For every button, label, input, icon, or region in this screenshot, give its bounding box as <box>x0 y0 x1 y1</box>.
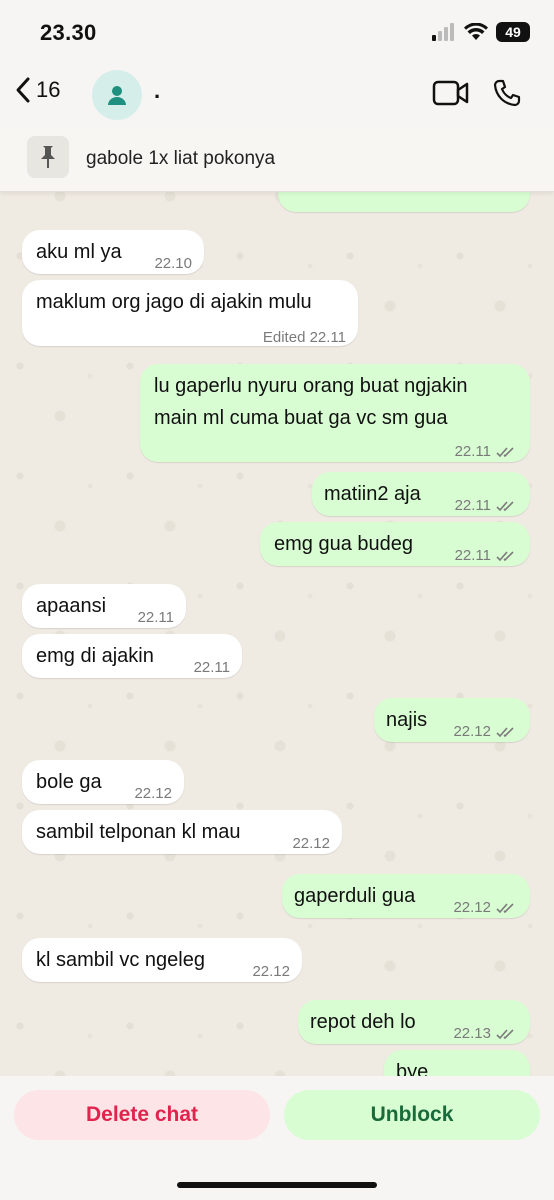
message-bubble[interactable]: sambil telponan kl mau 22.12 <box>22 810 342 854</box>
message-bubble[interactable]: kl sambil vc ngeleg 22.12 <box>22 938 302 982</box>
read-ticks-icon <box>496 903 514 914</box>
read-ticks-icon <box>496 727 514 738</box>
wifi-icon <box>464 23 488 40</box>
avatar[interactable] <box>92 70 142 120</box>
status-icons: 49 <box>432 22 530 42</box>
contact-name[interactable]: . <box>154 78 160 104</box>
message-text: emg gua budeg <box>274 533 414 555</box>
message-bubble[interactable]: maklum org jago di ajakin mulu Edited 22… <box>22 280 358 346</box>
back-button[interactable]: 16 <box>14 76 60 104</box>
message-time: 22.10 <box>154 255 192 272</box>
message-text: aku ml ya <box>36 241 122 263</box>
message-bubble[interactable]: lu gaperlu nyuru orang buat ngjakin main… <box>140 364 530 462</box>
phone-icon <box>493 79 521 107</box>
read-ticks-icon <box>496 501 514 512</box>
video-camera-icon <box>432 80 469 106</box>
message-text: najis <box>386 709 428 731</box>
message-bubble[interactable]: aku ml ya 22.10 <box>22 230 204 274</box>
signal-icon <box>432 23 454 41</box>
message-time: 22.13 <box>453 1025 491 1042</box>
message-time: 22.11 <box>454 497 491 514</box>
battery-indicator: 49 <box>496 22 530 42</box>
delete-chat-button[interactable]: Delete chat <box>14 1090 270 1140</box>
message-meta: 22.13 <box>453 1018 516 1050</box>
video-call-button[interactable] <box>432 80 470 111</box>
pin-icon <box>27 136 69 178</box>
message-time: 22.11 <box>454 547 491 564</box>
message-time: 22.12 <box>252 963 290 980</box>
message-bubble[interactable]: repot deh lo 22.13 <box>298 1000 530 1044</box>
message-bubble[interactable]: matiin2 aja 22.11 <box>312 472 530 516</box>
message-bubble[interactable]: najis 22.12 <box>374 698 530 742</box>
message-text: repot deh lo <box>310 1011 416 1033</box>
chevron-left-icon <box>16 77 30 103</box>
message-text: gaperduli gua <box>294 885 416 907</box>
voice-call-button[interactable] <box>492 78 522 113</box>
message-text: bole ga <box>36 771 102 793</box>
read-ticks-icon <box>496 1029 514 1040</box>
back-count: 16 <box>36 77 61 102</box>
message-time: 22.12 <box>453 723 491 740</box>
message-text: sambil telponan kl mau <box>36 821 241 843</box>
message-time: Edited 22.11 <box>262 329 346 346</box>
chat-header: 16 . <box>0 62 554 126</box>
message-text: maklum org jago di ajakin mulu <box>36 291 312 313</box>
pinned-message-text: gabole 1x liat pokonya <box>86 148 276 169</box>
message-bubble[interactable]: apaansi 22.11 <box>22 584 186 628</box>
unblock-button[interactable]: Unblock <box>284 1090 540 1140</box>
message-time: 22.11 <box>454 443 491 460</box>
message-bubble[interactable]: emg di ajakin 22.11 <box>22 634 242 678</box>
message-text: apaansi <box>36 595 107 617</box>
status-time: 23.30 <box>40 20 97 45</box>
message-bubble[interactable]: emg gua budeg 22.11 <box>260 522 530 566</box>
message-time: 22.12 <box>292 835 330 852</box>
message-meta: 22.12 <box>453 892 516 924</box>
home-indicator[interactable] <box>177 1182 377 1188</box>
person-icon <box>108 86 126 105</box>
message-time: 22.11 <box>137 609 174 626</box>
message-time: 22.11 <box>193 659 230 676</box>
status-bar: 23.30 49 <box>0 0 554 62</box>
read-ticks-icon <box>496 447 514 458</box>
message-text: lu gaperlu nyuru orang buat ngjakin main… <box>154 375 468 429</box>
message-text: matiin2 aja <box>324 483 421 505</box>
message-bubble[interactable]: gaperduli gua 22.12 <box>282 874 530 918</box>
pinned-message-bar[interactable]: gabole 1x liat pokonya <box>0 126 554 192</box>
message-meta: 22.12 <box>453 716 516 748</box>
message-text: kl sambil vc ngeleg <box>36 949 205 971</box>
message-meta: 22.11 <box>455 490 516 522</box>
message-time: 22.12 <box>134 785 172 802</box>
message-meta: 22.11 <box>455 540 516 572</box>
message-bubble[interactable]: bole ga 22.12 <box>22 760 184 804</box>
message-meta: 22.11 <box>455 436 516 468</box>
read-ticks-icon <box>496 551 514 562</box>
message-text: emg di ajakin <box>36 645 154 667</box>
message-time: 22.12 <box>453 899 491 916</box>
